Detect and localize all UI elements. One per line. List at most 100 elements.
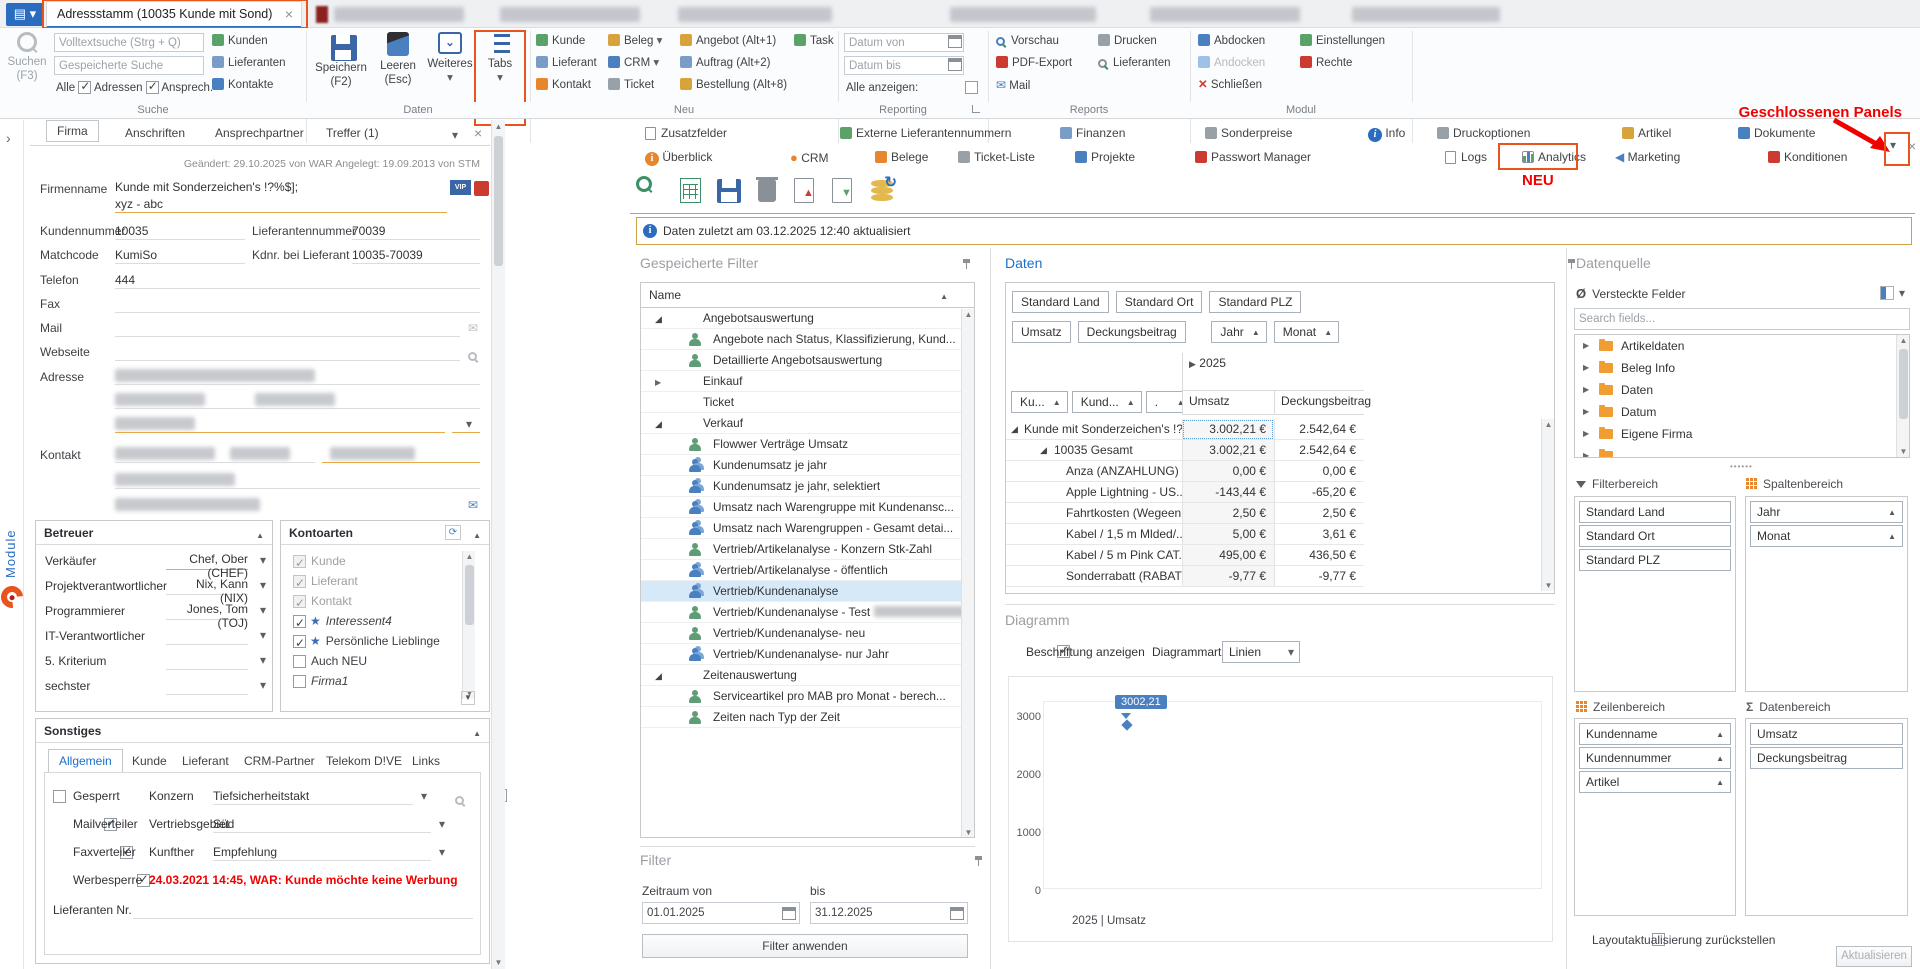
betreuer-value[interactable] [166, 627, 248, 645]
folder-label[interactable]: Artikeldaten [1621, 335, 1684, 357]
dialog-launcher-icon[interactable] [972, 105, 980, 113]
kontakt-mail-icon[interactable]: ✉ [468, 498, 478, 512]
column-area-chip[interactable]: Monat [1750, 525, 1903, 547]
saved-filter-label[interactable]: Angebote nach Status, Klassifizierung, K… [713, 329, 972, 350]
redacted-tab[interactable] [950, 7, 1096, 22]
pivot-row-label[interactable]: Fahrtkosten (Wegeen... [1006, 503, 1182, 524]
redacted-tab[interactable] [334, 7, 464, 22]
betreuer-value[interactable]: Chef, Ober (CHEF) [166, 552, 248, 570]
document-tab-adressstamm[interactable]: Adressstamm (10035 Kunde mit Sond) [46, 1, 302, 28]
field-tree-scrollbar[interactable]: ▲▼ [1896, 335, 1909, 457]
saved-filter-row[interactable]: Angebote nach Status, Klassifizierung, K… [641, 329, 974, 350]
saved-filter-label[interactable]: Detaillierte Angebotsauswertung [713, 350, 972, 371]
betreuer-row[interactable]: Verkäufer Chef, Ober (CHEF) [36, 549, 272, 574]
filter-area-chip[interactable]: Standard Land [1579, 501, 1731, 523]
splitter-handle[interactable]: •••••• [1730, 462, 1753, 471]
saved-filter-row[interactable]: Zeitenauswertung [641, 665, 974, 686]
saved-filter-row[interactable]: Vertrieb/Kundenanalyse- neu [641, 623, 974, 644]
close-tab-icon[interactable] [285, 2, 293, 28]
saved-filter-label[interactable]: Flowwer Verträge Umsatz [713, 434, 972, 455]
pivot-umsatz-cell[interactable]: 5,00 € [1182, 524, 1274, 545]
pivot-umsatz-cell[interactable]: 2,50 € [1182, 503, 1274, 524]
pivot-row[interactable]: Anza (ANZAHLUNG) 0,00 € 0,00 € [1006, 461, 1542, 482]
betreuer-row[interactable]: 5. Kriterium [36, 649, 272, 674]
layout-grid-icon[interactable] [1880, 286, 1894, 300]
saved-filter-label[interactable]: Kundenumsatz je jahr, selektiert [713, 476, 972, 497]
saved-filter-label[interactable]: Einkauf [703, 371, 972, 392]
row-area-chip[interactable]: Kundenname [1579, 723, 1731, 745]
firmenname-value-line1[interactable]: Kunde mit Sonderzeichen's !?%$]; [115, 180, 298, 194]
saved-filter-row[interactable]: Angebotsauswertung [641, 308, 974, 329]
bestellung-button[interactable]: Bestellung (Alt+8) [680, 78, 787, 93]
collapse-icon[interactable] [256, 527, 264, 541]
saved-filter-label[interactable]: Angebotsauswertung [703, 308, 972, 329]
kontoart-checkbox[interactable] [293, 675, 306, 688]
column-field-chip[interactable]: Jahr [1211, 321, 1266, 343]
kontoart-item[interactable]: Interessent4 [281, 611, 457, 631]
ticket-button[interactable]: Ticket [608, 78, 654, 93]
saved-filter-label[interactable]: Zeitenauswertung [703, 665, 972, 686]
kontoart-checkbox[interactable] [293, 615, 306, 628]
saved-filter-row[interactable]: Umsatz nach Warengruppen - Gesamt detai.… [641, 518, 974, 539]
kontoart-checkbox[interactable] [293, 555, 306, 568]
pivot-db-cell[interactable]: 436,50 € [1274, 545, 1364, 566]
tree-expander-icon[interactable] [1583, 423, 1589, 445]
tab-treffer[interactable]: Treffer (1) [326, 126, 379, 140]
saved-filter-row[interactable]: Serviceartikel pro MAB pro Monat - berec… [641, 686, 974, 707]
pivot-scrollbar[interactable]: ▲▼ [1541, 419, 1554, 591]
pivot-db-cell[interactable]: -65,20 € [1274, 482, 1364, 503]
saved-filter-row[interactable]: Detaillierte Angebotsauswertung [641, 350, 974, 371]
saved-filter-label[interactable]: Vertrieb/Artikelanalyse - Konzern Stk-Za… [713, 539, 972, 560]
gesperrt-checkbox[interactable] [53, 790, 66, 803]
field-folder-row[interactable]: Daten [1575, 379, 1909, 401]
panel-tab-logs[interactable]: Logs [1445, 150, 1487, 164]
beleg-button[interactable]: Beleg [608, 34, 662, 49]
field-folder-row[interactable]: Eigene Firma [1575, 423, 1909, 445]
webseite-value[interactable] [115, 345, 460, 361]
betreuer-row[interactable]: sechster [36, 674, 272, 699]
saved-filter-row[interactable]: Zeiten nach Typ der Zeit [641, 707, 974, 728]
crm-button[interactable]: CRM [608, 56, 659, 71]
filter-field-chip[interactable]: Standard Ort [1116, 291, 1203, 313]
pivot-db-cell[interactable]: 0,00 € [1274, 461, 1364, 482]
mail-button[interactable]: ✉ Mail [996, 78, 1030, 94]
pivot-row[interactable]: Apple Lightning - US... -143,44 € -65,20… [1006, 482, 1542, 503]
diagrammart-select[interactable]: Linien [1222, 641, 1300, 663]
year-group-header[interactable]: ▶ 2025 [1182, 353, 1364, 391]
saved-filter-label[interactable]: Vertrieb/Kundenanalyse- neu [713, 623, 972, 644]
saved-filters-scrollbar[interactable]: ▲▼ [961, 309, 974, 838]
datum-von-input[interactable] [844, 33, 964, 52]
tab-ansprechpartner[interactable]: Ansprechpartner [215, 126, 304, 140]
kontoart-item[interactable]: Kunde [281, 551, 457, 571]
pivot-row-label[interactable]: Anza (ANZAHLUNG) [1006, 461, 1182, 482]
field-folder-row[interactable]: Artikeldaten [1575, 335, 1909, 357]
dropdown-icon[interactable] [260, 678, 266, 692]
download-button[interactable] [828, 176, 858, 206]
einstellungen-button[interactable]: Einstellungen [1300, 34, 1385, 49]
pivot-row-label[interactable]: Kabel / 1,5 m Mlded/... [1006, 524, 1182, 545]
panel-tab-sonderpreise[interactable]: Sonderpreise [1205, 126, 1292, 140]
pivot-row-label[interactable]: Sonderrabatt (RABATT) [1006, 566, 1182, 587]
save-filter-button[interactable] [714, 176, 744, 206]
panel-tab-dokumente[interactable]: Dokumente [1738, 126, 1815, 140]
field-folder-row[interactable]: Datum [1575, 401, 1909, 423]
mail-icon[interactable]: ✉ [468, 321, 478, 335]
kunfther-dropdown-icon[interactable] [439, 845, 445, 859]
lieferanten-button[interactable]: Lieferanten [212, 56, 286, 71]
panel-tab-druckoptionen[interactable]: Druckoptionen [1437, 126, 1530, 140]
panel-tab-passwort-manager[interactable]: Passwort Manager [1195, 150, 1311, 164]
filter-anwenden-button[interactable]: Filter anwenden [642, 934, 968, 958]
saved-filter-label[interactable]: Kundenumsatz je jahr [713, 455, 972, 476]
saved-filter-label[interactable]: Zeiten nach Typ der Zeit [713, 707, 972, 728]
tab-close-icon[interactable] [474, 125, 482, 141]
data-area-chip[interactable]: Deckungsbeitrag [1750, 747, 1903, 769]
pivot-db-cell[interactable]: 2.542,64 € [1274, 419, 1364, 440]
kontoart-item[interactable]: Kontakt [281, 591, 457, 611]
module-vertical-label[interactable]: Module [3, 488, 18, 578]
kontoart-checkbox[interactable] [293, 575, 306, 588]
saved-filter-label[interactable]: Verkauf [703, 413, 972, 434]
saved-filter-row[interactable]: Vertrieb/Artikelanalyse - öffentlich [641, 560, 974, 581]
auftrag-button[interactable]: Auftrag (Alt+2) [680, 56, 770, 71]
betreuer-row[interactable]: IT-Verantwortlicher [36, 624, 272, 649]
mail-value[interactable] [115, 321, 460, 337]
